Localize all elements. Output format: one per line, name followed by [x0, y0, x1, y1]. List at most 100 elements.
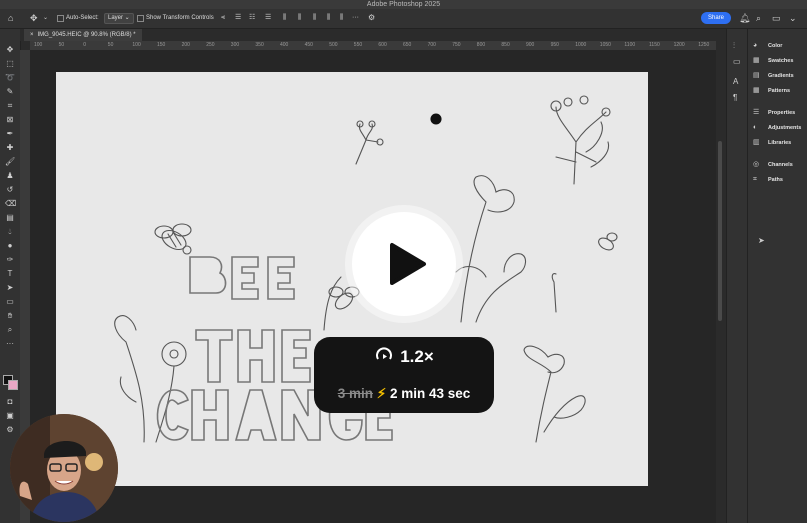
pen-tool-icon[interactable]: ✑ — [5, 255, 15, 265]
screen-mode-icon[interactable]: ▣ — [5, 411, 15, 421]
bell-icon[interactable]: 🔔︎ — [739, 13, 750, 23]
scrollbar-thumb[interactable] — [718, 141, 722, 321]
distribute-3-icon[interactable]: ⫼ — [313, 13, 316, 23]
edit-toolbar-icon[interactable]: ⚙ — [5, 425, 15, 435]
dodge-tool-icon[interactable]: ● — [5, 241, 15, 251]
hand-tool-icon[interactable]: ✋︎ — [5, 311, 15, 321]
comments-icon[interactable]: ▭ — [733, 57, 741, 66]
move-tool-icon[interactable]: ✥ — [5, 45, 15, 55]
auto-select-checkbox[interactable] — [57, 15, 64, 22]
panel-item-label: Swatches — [768, 58, 794, 64]
workspace-icon[interactable]: ▭ — [772, 13, 781, 23]
wildflowers-left — [114, 315, 187, 443]
search-icon[interactable]: ⌕ — [756, 13, 761, 23]
lasso-tool-icon[interactable]: ➰ — [5, 73, 15, 83]
more-icon[interactable]: ⌄ — [789, 13, 797, 23]
crop-tool-icon[interactable]: ⌗ — [5, 101, 15, 111]
history-brush-icon[interactable]: ↺ — [5, 185, 15, 195]
ruler-tick-label: 850 — [501, 42, 510, 48]
frame-tool-icon[interactable]: ⊠ — [5, 115, 15, 125]
gradient-icon: ▤ — [753, 72, 760, 79]
fast-duration: 2 min 43 sec — [389, 386, 471, 401]
distribute-4-icon[interactable]: ⫼ — [327, 13, 330, 23]
transform-controls-checkbox[interactable] — [137, 15, 144, 22]
stem-through-text — [323, 276, 342, 331]
path-select-tool-icon[interactable]: ➤ — [5, 283, 15, 293]
right-panel: ◕ Color ▦ Swatches ▤ Gradients ▦ Pattern… — [747, 29, 807, 523]
share-button[interactable]: Share — [701, 12, 731, 24]
patterns-grid-icon: ▦ — [753, 87, 760, 94]
ruler-tick-label: 650 — [403, 42, 412, 48]
auto-select-label: Auto-Select: — [66, 15, 99, 21]
character-panel-icon[interactable]: A — [733, 77, 738, 86]
ruler-tick-label: 950 — [550, 42, 559, 48]
eyedropper-tool-icon[interactable]: ✒ — [5, 129, 15, 139]
poppy-bottom-right — [523, 345, 586, 443]
document-tab-title: IMG_9045.HEIC @ 90.8% (RGB/8) * — [37, 32, 136, 38]
time-saved-row: 3 min ⚡︎ 2 min 43 sec — [314, 385, 494, 403]
gradient-tool-icon[interactable]: ▤ — [5, 213, 15, 223]
marquee-tool-icon[interactable]: ⬚ — [5, 59, 15, 69]
quick-select-tool-icon[interactable]: ✎ — [5, 87, 15, 97]
ruler-tick-label: 200 — [181, 42, 190, 48]
panel-item-label: Properties — [768, 110, 796, 116]
type-tool-icon[interactable]: T — [5, 269, 15, 279]
background-color-swatch[interactable] — [8, 380, 18, 390]
speed-label: 1.2× — [400, 347, 434, 366]
panel-item-label: Patterns — [768, 88, 791, 94]
ruler-tick-label: 100 — [34, 42, 43, 48]
play-icon — [390, 243, 426, 285]
panel-item-label: Channels — [768, 162, 793, 168]
more-options-icon[interactable]: ··· — [352, 13, 359, 23]
align-top-icon[interactable]: ☰ — [265, 13, 271, 23]
ruler-tick-label: 750 — [452, 42, 461, 48]
align-center-icon[interactable]: ☰ — [235, 13, 241, 23]
quick-mask-icon[interactable]: ◘ — [5, 397, 15, 407]
options-bar: ⌂ ✥ ⌄ Auto-Select: Layer ⌄ Show Transfor… — [0, 9, 807, 29]
shape-tool-icon[interactable]: ▭ — [5, 297, 15, 307]
gear-icon[interactable]: ⚙ — [368, 13, 375, 23]
align-left-icon[interactable]: ⫷ — [221, 13, 225, 23]
zoom-tool-icon[interactable]: ⌕ — [5, 325, 15, 335]
ruler-tick-label: 700 — [427, 42, 436, 48]
more-tools-icon[interactable]: ··· — [5, 339, 15, 349]
distribute-icon[interactable]: ⫼ — [283, 13, 286, 23]
close-icon[interactable]: × — [30, 32, 34, 38]
original-duration: 3 min — [337, 386, 373, 401]
play-button[interactable] — [352, 212, 456, 316]
speed-row: 1.2× — [314, 346, 494, 368]
distribute-5-icon[interactable]: ⫼ — [340, 13, 343, 23]
libraries-icon: ▥ — [753, 139, 760, 146]
move-tool-icon[interactable]: ✥ — [30, 13, 38, 23]
home-icon[interactable]: ⌂ — [8, 13, 13, 23]
ruler-tick-label: 1150 — [649, 42, 660, 48]
panel-icon-strip: ⫶ ▭ A ¶ — [726, 29, 747, 523]
ruler-tick-label: 350 — [255, 42, 264, 48]
eraser-tool-icon[interactable]: ⌫ — [5, 199, 16, 209]
bee-drawing-3 — [598, 232, 618, 251]
stamp-tool-icon[interactable]: ♟ — [5, 171, 15, 181]
flower-sprig-top — [355, 120, 384, 165]
ruler-tick-label: 1250 — [698, 42, 710, 48]
sliders-icon: ☰ — [753, 109, 760, 116]
auto-select-dropdown[interactable]: Layer ⌄ — [104, 13, 134, 24]
panel-item-label: Libraries — [768, 140, 792, 146]
blur-tool-icon[interactable]: 💧︎ — [5, 227, 15, 237]
ruler-tick-label: 900 — [526, 42, 535, 48]
auto-select-value: Layer — [108, 15, 124, 21]
distribute-2-icon[interactable]: ⫼ — [298, 13, 301, 23]
document-tab[interactable]: × IMG_9045.HEIC @ 90.8% (RGB/8) * — [24, 29, 142, 41]
playback-speed-badge[interactable]: 1.2× 3 min ⚡︎ 2 min 43 sec — [314, 337, 494, 413]
ruler-tick-label: 1200 — [673, 42, 685, 48]
paragraph-panel-icon[interactable]: ¶ — [733, 93, 737, 102]
brush-tool-icon[interactable]: 🖌︎ — [5, 157, 15, 167]
vertical-scrollbar[interactable] — [716, 41, 724, 523]
title-bar: Adobe Photoshop 2025 — [0, 0, 807, 9]
history-panel-icon[interactable]: ⫶ — [733, 41, 735, 51]
healing-tool-icon[interactable]: ✚ — [5, 143, 15, 153]
ruler-tick-label: 600 — [378, 42, 387, 48]
ruler-tick-label: 300 — [230, 42, 240, 48]
ruler-tick-label: 1000 — [575, 42, 587, 48]
chevron-down-icon[interactable]: ⌄ — [43, 13, 48, 23]
align-right-icon[interactable]: ☷ — [249, 13, 255, 23]
